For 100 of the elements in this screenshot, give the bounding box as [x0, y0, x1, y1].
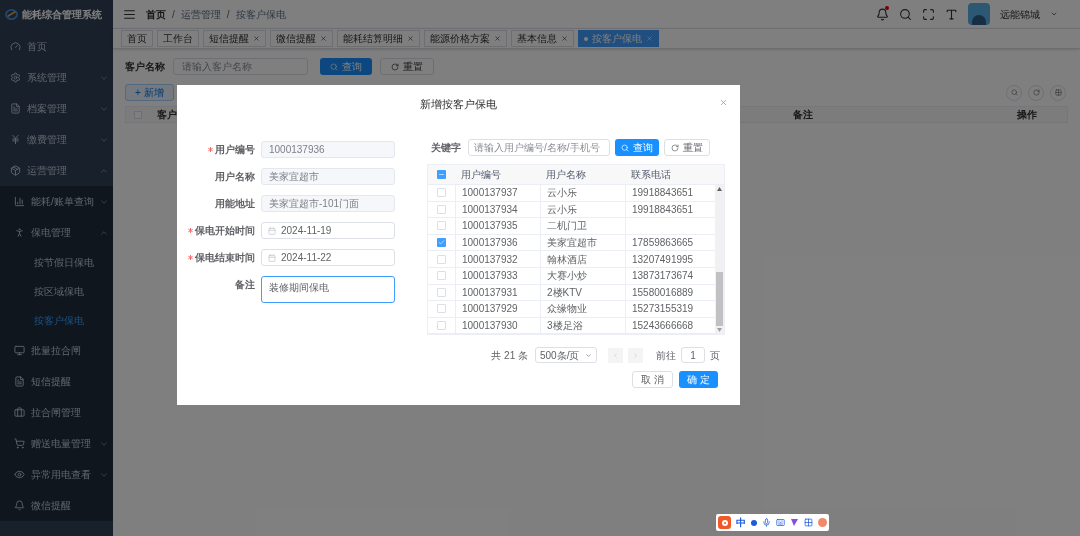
page-number-field[interactable]: 1	[681, 347, 705, 364]
column-header: 用户编号	[460, 168, 502, 182]
goto-label: 前往	[656, 348, 676, 363]
calendar-icon	[268, 226, 276, 235]
fullscreen-icon[interactable]	[922, 7, 935, 21]
input-mode-toggle[interactable]: 中	[736, 515, 746, 530]
sidebar-item[interactable]: 拉合闸管理	[0, 397, 113, 428]
sidebar-item[interactable]: 保电管理	[0, 217, 113, 248]
row-checkbox[interactable]	[437, 271, 446, 281]
keyword-field[interactable]: 请输入用户编号/名称/手机号	[468, 139, 610, 156]
sidebar-item[interactable]: 批量拉合闸	[0, 335, 113, 366]
row-checkbox[interactable]	[437, 204, 446, 214]
page-tab[interactable]: 工作台	[157, 30, 199, 47]
confirm-button[interactable]: 确 定	[679, 371, 718, 389]
caret-icon	[1050, 10, 1058, 18]
scroll-up-icon[interactable]	[717, 187, 722, 191]
breadcrumb-separator: /	[172, 7, 175, 22]
column-header: 操作	[1017, 108, 1037, 122]
page-size-select[interactable]: 500条/页	[535, 347, 597, 364]
sidebar-item[interactable]: 按区域保电	[0, 277, 113, 306]
table-cell-text: 大赛小炒	[547, 269, 587, 284]
dialog-title: 新增按客户保电	[420, 96, 497, 112]
scrollbar-thumb[interactable]	[716, 272, 723, 327]
table-cell-text: 云小乐	[547, 202, 577, 217]
microphone-icon[interactable]	[762, 518, 771, 527]
calendar-icon	[268, 253, 276, 262]
total-count: 共 21 条	[491, 348, 528, 363]
ime-logo-icon[interactable]	[718, 516, 731, 529]
table-cell-text: 翰林酒店	[547, 252, 587, 267]
search-button[interactable]: 查询	[320, 58, 372, 75]
close-icon[interactable]	[320, 35, 327, 42]
sidebar-item[interactable]: 微信提醒	[0, 490, 113, 521]
close-icon[interactable]	[253, 35, 260, 42]
document-icon	[14, 376, 25, 387]
row-checkbox[interactable]	[437, 188, 446, 198]
search-button[interactable]: 查询	[615, 139, 659, 156]
add-button[interactable]: + 新增	[125, 84, 174, 101]
reset-button[interactable]: 重置	[380, 58, 434, 75]
remark-field[interactable]: 装修期间保电	[261, 276, 395, 303]
gauge-icon	[10, 41, 21, 52]
table-cell-text: 1000137934	[462, 202, 518, 217]
table-cell-text: 云小乐	[547, 186, 577, 201]
row-checkbox[interactable]	[437, 254, 446, 264]
table-cell-text: 1000137937	[462, 186, 518, 201]
reset-button[interactable]: 重置	[664, 139, 710, 156]
row-checkbox[interactable]	[437, 321, 446, 331]
app-title: 能耗综合管理系统	[22, 7, 102, 22]
eye-icon	[14, 469, 25, 480]
page-tab[interactable]: 短信提醒	[203, 30, 266, 47]
field-label: 用户编号	[215, 143, 255, 157]
column-header: 备注	[793, 108, 814, 122]
row-checkbox[interactable]	[437, 304, 446, 314]
search-icon[interactable]	[899, 7, 912, 21]
table-cell-text: 2楼KTV	[547, 285, 582, 300]
field-label: 用户名称	[215, 170, 255, 184]
field-label: 关键字	[430, 141, 461, 155]
keyboard-icon[interactable]	[776, 518, 785, 527]
cancel-button[interactable]: 取 消	[632, 371, 674, 389]
gear-icon	[10, 72, 21, 83]
close-icon[interactable]	[561, 35, 568, 42]
table-cell-text: 15243666668	[632, 319, 694, 334]
table-cell-text: 美家宜超市	[547, 236, 597, 251]
table-cell-text: 1000137933	[462, 269, 518, 284]
column-header: 用户名称	[545, 168, 587, 182]
column-header: 联系电话	[630, 168, 672, 182]
input-field: 美家宜超市-101门面	[261, 195, 395, 212]
chevron-left-icon	[612, 351, 619, 359]
bar-chart-icon	[14, 196, 25, 207]
breadcrumb-item[interactable]: 首页	[146, 6, 166, 22]
page-tab[interactable]: 基本信息	[511, 30, 574, 47]
table-cell-text: 众缘物业	[547, 302, 587, 317]
date-field[interactable]: 2024-11-22	[261, 249, 395, 266]
page-tab[interactable]: 能耗结算明细	[337, 30, 420, 47]
select-all-checkbox[interactable]	[437, 170, 446, 179]
menu-icon[interactable]	[123, 7, 136, 21]
table-cell-text: 1000137931	[462, 285, 518, 300]
sidebar-item[interactable]: 赠送电量管理	[0, 428, 113, 459]
row-checkbox[interactable]	[437, 238, 446, 248]
row-checkbox[interactable]	[437, 287, 446, 297]
page-tab[interactable]: 首页	[121, 30, 153, 47]
date-field[interactable]: 2024-11-19	[261, 222, 395, 239]
row-checkbox[interactable]	[437, 221, 446, 231]
page-tab[interactable]: 微信提醒	[270, 30, 333, 47]
briefcase-icon	[14, 407, 25, 418]
close-icon[interactable]	[719, 98, 728, 107]
notification-icon[interactable]	[876, 7, 889, 21]
search-icon	[621, 143, 629, 152]
page-tab[interactable]: 能源价格方案	[424, 30, 507, 47]
close-icon[interactable]	[494, 35, 501, 42]
yen-icon	[10, 134, 21, 145]
refresh-icon	[391, 62, 399, 71]
user-name[interactable]: 远能锦城	[1000, 6, 1040, 22]
close-icon[interactable]	[407, 35, 414, 42]
caret-icon	[585, 351, 592, 359]
grid-icon[interactable]	[804, 518, 813, 527]
bell-icon	[14, 500, 25, 511]
field-label: 用能地址	[215, 197, 255, 211]
sidebar-item[interactable]: 短信提醒	[0, 366, 113, 397]
font-size-icon[interactable]	[945, 7, 958, 21]
avatar[interactable]	[968, 3, 990, 25]
